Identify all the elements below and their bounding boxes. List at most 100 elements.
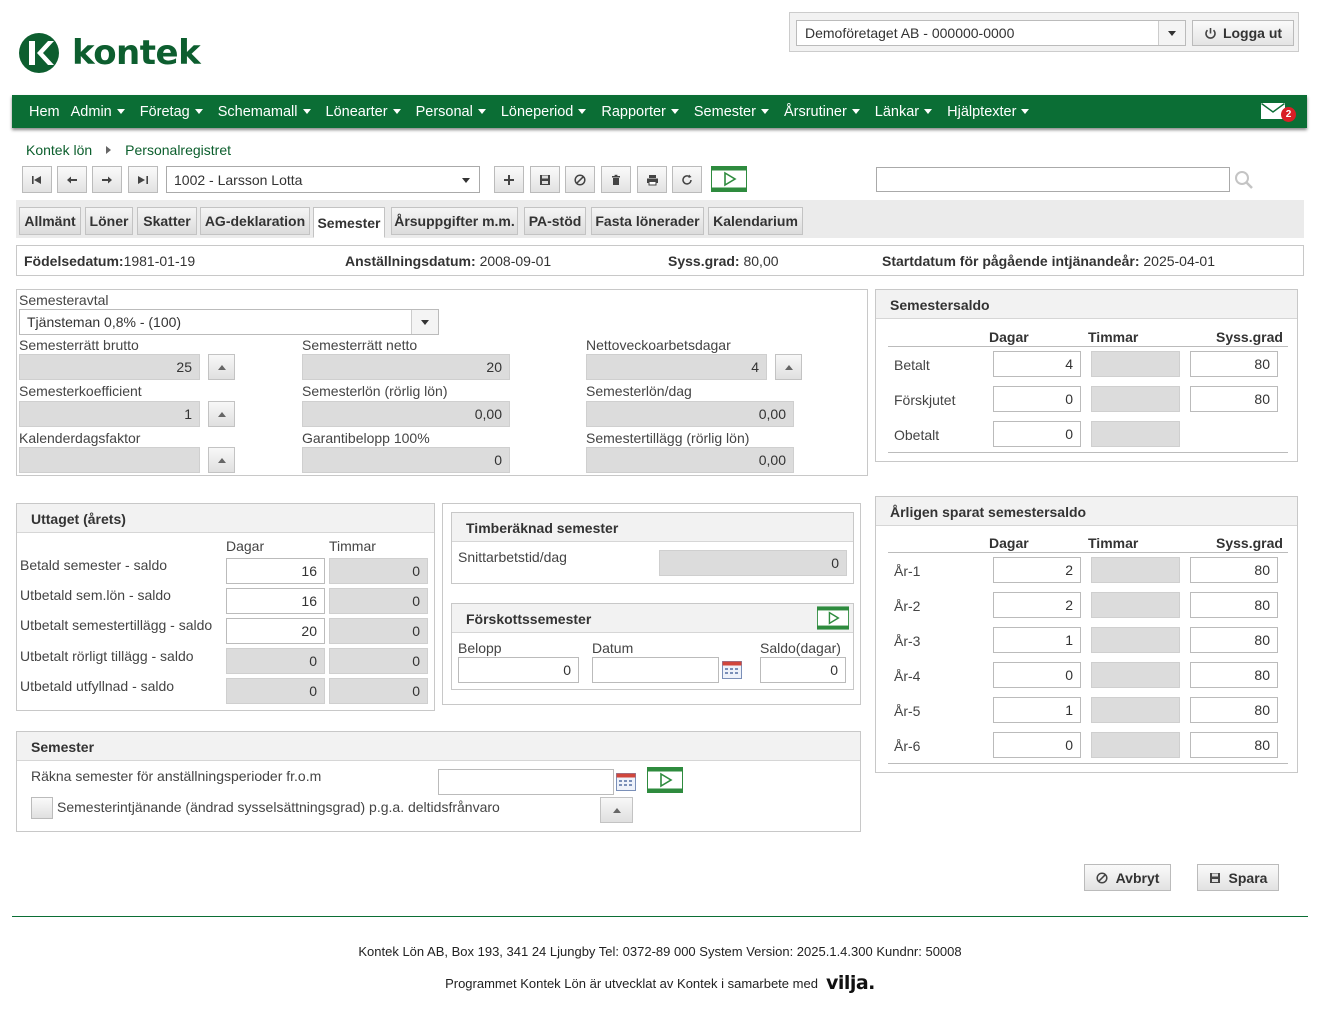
year2-timmar[interactable] xyxy=(1091,592,1180,618)
tab-ag-deklaration[interactable]: AG-deklaration xyxy=(200,207,310,235)
year1-syss[interactable]: 80 xyxy=(1190,557,1278,583)
year6-timmar[interactable] xyxy=(1091,732,1180,758)
uttaget-betald-dagar[interactable]: 16 xyxy=(226,558,325,584)
calendar-icon[interactable] xyxy=(722,661,742,679)
brutto-field[interactable]: 25 xyxy=(19,354,200,380)
garanti-field[interactable]: 0 xyxy=(302,447,510,473)
nav-item-arsrutiner[interactable]: Årsrutiner xyxy=(784,104,860,120)
nav-item-personal[interactable]: Personal xyxy=(416,104,486,120)
saldo-forskjutet-dagar[interactable]: 0 xyxy=(993,386,1081,412)
tab-skatter[interactable]: Skatter xyxy=(137,207,197,235)
company-select[interactable]: Demoföretaget AB - 000000-0000 xyxy=(796,20,1186,46)
cancel-button[interactable]: Avbryt xyxy=(1084,864,1171,891)
koeff-expand-button[interactable] xyxy=(208,401,235,427)
saldo-betalt-timmar[interactable] xyxy=(1091,351,1180,377)
tab-fasta-lonerader[interactable]: Fasta lönerader xyxy=(591,207,704,235)
belopp-field[interactable]: 0 xyxy=(458,657,579,683)
nettovecko-expand-button[interactable] xyxy=(775,354,802,380)
saldo-dagar-field[interactable]: 0 xyxy=(760,657,846,683)
film-play-icon[interactable] xyxy=(817,606,849,630)
kalender-expand-button[interactable] xyxy=(208,447,235,473)
chevron-down-icon[interactable] xyxy=(411,310,438,334)
snitt-field[interactable]: 0 xyxy=(659,550,847,576)
first-record-button[interactable] xyxy=(22,166,52,193)
cancel-toolbar-button[interactable] xyxy=(565,166,595,193)
saldo-obetalt-dagar[interactable]: 0 xyxy=(993,421,1081,447)
uttaget-tillagg-dagar[interactable]: 20 xyxy=(226,618,325,644)
vilja-logo[interactable]: vilja. xyxy=(826,972,875,994)
nav-item-lonearter[interactable]: Lönearter xyxy=(326,104,401,120)
uttaget-rorligt-dagar[interactable]: 0 xyxy=(226,648,325,674)
last-record-button[interactable] xyxy=(128,166,158,193)
rakna-date-field[interactable] xyxy=(438,769,614,795)
employee-select[interactable]: 1002 - Larsson Lotta xyxy=(166,166,480,193)
add-button[interactable] xyxy=(494,166,524,193)
semlon-field[interactable]: 0,00 xyxy=(302,401,510,427)
messages-button[interactable]: 2 xyxy=(1261,102,1296,122)
uttaget-rorligt-timmar[interactable]: 0 xyxy=(329,648,428,674)
tab-pa-stod[interactable]: PA-stöd xyxy=(524,207,586,235)
nav-item-rapporter[interactable]: Rapporter xyxy=(601,104,679,120)
nav-item-loneperiod[interactable]: Löneperiod xyxy=(501,104,587,120)
calendar-icon[interactable] xyxy=(616,773,636,791)
nav-item-foretag[interactable]: Företag xyxy=(140,104,203,120)
tab-loner[interactable]: Löner xyxy=(85,207,133,235)
year4-dagar[interactable]: 0 xyxy=(993,662,1081,688)
film-play-icon[interactable] xyxy=(711,166,747,192)
nettovecko-field[interactable]: 4 xyxy=(586,354,767,380)
tab-kalendarium[interactable]: Kalendarium xyxy=(708,207,803,235)
datum-field[interactable] xyxy=(592,657,719,683)
next-record-button[interactable] xyxy=(92,166,122,193)
nav-item-lankar[interactable]: Länkar xyxy=(875,104,933,120)
tillagg-field[interactable]: 0,00 xyxy=(586,447,794,473)
intjanande-expand-button[interactable] xyxy=(600,797,633,823)
nav-item-hem[interactable]: Hem xyxy=(29,104,60,120)
year5-syss[interactable]: 80 xyxy=(1190,697,1278,723)
year4-syss[interactable]: 80 xyxy=(1190,662,1278,688)
uttaget-semlon-timmar[interactable]: 0 xyxy=(329,588,428,614)
kalender-field[interactable] xyxy=(19,447,200,473)
breadcrumb-item-personalregistret[interactable]: Personalregistret xyxy=(125,142,231,158)
uttaget-betald-timmar[interactable]: 0 xyxy=(329,558,428,584)
uttaget-utfyllnad-timmar[interactable]: 0 xyxy=(329,678,428,704)
saldo-betalt-dagar[interactable]: 4 xyxy=(993,351,1081,377)
year4-timmar[interactable] xyxy=(1091,662,1180,688)
saldo-forskjutet-timmar[interactable] xyxy=(1091,386,1180,412)
uttaget-utfyllnad-dagar[interactable]: 0 xyxy=(226,678,325,704)
uttaget-tillagg-timmar[interactable]: 0 xyxy=(329,618,428,644)
search-icon[interactable] xyxy=(1234,170,1254,190)
year3-dagar[interactable]: 1 xyxy=(993,627,1081,653)
kontek-logo[interactable]: kontek xyxy=(18,32,201,74)
year2-dagar[interactable]: 2 xyxy=(993,592,1081,618)
semesteravtal-select[interactable]: Tjänsteman 0,8% - (100) xyxy=(19,309,439,335)
uttaget-semlon-dagar[interactable]: 16 xyxy=(226,588,325,614)
tab-arsuppgifter[interactable]: Årsuppgifter m.m. xyxy=(391,207,518,235)
logout-button[interactable]: Logga ut xyxy=(1192,20,1294,46)
koeff-field[interactable]: 1 xyxy=(19,401,200,427)
chevron-down-icon[interactable] xyxy=(1158,21,1185,45)
year1-dagar[interactable]: 2 xyxy=(993,557,1081,583)
refresh-button[interactable] xyxy=(672,166,702,193)
saldo-betalt-syss[interactable]: 80 xyxy=(1190,351,1278,377)
nav-item-hjalptexter[interactable]: Hjälptexter xyxy=(947,104,1030,120)
breadcrumb-item-kontek-lon[interactable]: Kontek lön xyxy=(26,142,92,158)
year5-timmar[interactable] xyxy=(1091,697,1180,723)
nav-item-schemamall[interactable]: Schemamall xyxy=(218,104,311,120)
print-button[interactable] xyxy=(637,166,667,193)
tab-semester[interactable]: Semester xyxy=(313,207,385,238)
saldo-obetalt-timmar[interactable] xyxy=(1091,421,1180,447)
tab-allmant[interactable]: Allmänt xyxy=(19,207,81,235)
netto-field[interactable]: 20 xyxy=(302,354,510,380)
nav-item-admin[interactable]: Admin xyxy=(71,104,125,120)
search-input[interactable] xyxy=(876,167,1230,192)
intjanande-checkbox[interactable] xyxy=(31,797,53,819)
year3-syss[interactable]: 80 xyxy=(1190,627,1278,653)
delete-button[interactable] xyxy=(601,166,631,193)
year5-dagar[interactable]: 1 xyxy=(993,697,1081,723)
year1-timmar[interactable] xyxy=(1091,557,1180,583)
save-toolbar-button[interactable] xyxy=(530,166,560,193)
year2-syss[interactable]: 80 xyxy=(1190,592,1278,618)
year3-timmar[interactable] xyxy=(1091,627,1180,653)
film-play-icon[interactable] xyxy=(647,767,683,793)
nav-item-semester[interactable]: Semester xyxy=(694,104,769,120)
